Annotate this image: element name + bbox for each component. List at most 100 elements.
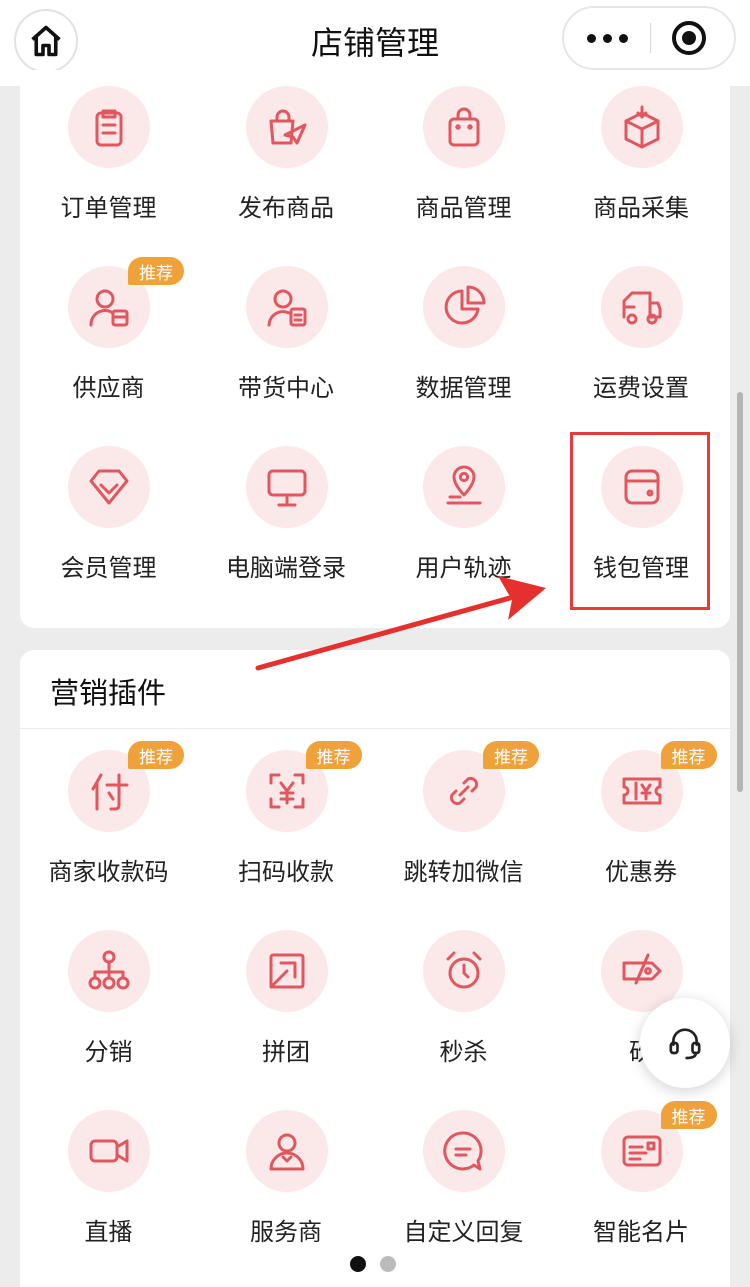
icon-circle [245, 446, 328, 528]
bag-send-icon [269, 109, 306, 145]
grid-item[interactable]: 优惠券 推荐 [553, 741, 730, 930]
grid-item[interactable]: 供应商 推荐 [20, 257, 197, 446]
mini-program-capsule [562, 6, 736, 70]
icon-circle [245, 86, 328, 168]
icon-circle [245, 930, 328, 1012]
grid-item-label: 商家收款码 [48, 858, 169, 886]
grid-item-label: 发布商品 [238, 194, 334, 222]
recommend-badge: 推荐 [305, 741, 362, 769]
grid-item[interactable]: 直播 [20, 1110, 197, 1287]
scan-yen-icon [269, 773, 304, 809]
location-pin-icon [446, 465, 482, 505]
icon-circle [245, 1110, 328, 1192]
grid-item-label: 自定义回复 [403, 1218, 524, 1246]
grid-item[interactable]: 会员管理 [20, 446, 197, 626]
grid-item-label: 会员管理 [60, 554, 157, 582]
alarm-clock-icon [446, 951, 482, 989]
grid-item-label: 订单管理 [60, 194, 157, 222]
grid-item-label: 用户轨迹 [415, 554, 512, 582]
grid-item[interactable]: 服务商 [198, 1110, 375, 1287]
grid-item[interactable]: 数据管理 [375, 266, 552, 446]
scrollbar[interactable] [737, 392, 743, 792]
marketing-plugins-card: 营销插件 商家收款码推荐扫码收款推荐跳转加微信推荐优惠券推荐分销拼团秒杀砍直播服… [20, 650, 730, 1287]
grid-item-label: 拼团 [262, 1038, 310, 1066]
grid-item[interactable]: 自定义回复 [375, 1110, 552, 1287]
hierarchy-icon [88, 950, 130, 990]
box-download-icon [624, 105, 659, 149]
user-doc-icon [267, 289, 306, 327]
icon-circle [423, 446, 505, 528]
grid-item[interactable]: 订单管理 [20, 86, 197, 266]
grid-item[interactable]: 运费设置 [553, 266, 730, 446]
grid-item-label: 电脑端登录 [226, 554, 346, 582]
grid-item-label: 供应商 [72, 374, 145, 402]
grid-item-label: 智能名片 [593, 1218, 689, 1246]
service-person-icon [269, 1133, 304, 1171]
icon-circle [600, 266, 683, 348]
icon-circle [423, 266, 505, 348]
grid-item-label: 分销 [84, 1038, 133, 1066]
truck-icon [622, 291, 661, 325]
clipboard-icon [95, 109, 123, 147]
grid-item[interactable]: 智能名片 推荐 [553, 1101, 730, 1287]
section-title: 营销插件 [50, 676, 167, 710]
grid-item[interactable]: 扫码收款 推荐 [198, 741, 375, 930]
grid-item-label: 商品采集 [593, 194, 689, 222]
customer-service-button[interactable] [640, 998, 730, 1088]
grid-item[interactable]: 跳转加微信 推荐 [375, 741, 552, 930]
grid-item[interactable]: 分销 [20, 930, 197, 1110]
icon-circle [245, 266, 328, 348]
icon-circle [423, 1110, 505, 1192]
recommend-badge: 推荐 [128, 257, 184, 285]
grid-item[interactable]: 商品管理 [375, 86, 552, 266]
recommend-badge: 推荐 [660, 741, 717, 769]
grid-item-label: 数据管理 [415, 374, 512, 402]
page-dot-active[interactable] [350, 1256, 366, 1272]
grid-item-label: 跳转加微信 [403, 858, 524, 886]
recommend-badge: 推荐 [660, 1101, 717, 1129]
pie-chart-icon [444, 285, 486, 325]
grid-item[interactable]: 用户轨迹 [375, 446, 552, 626]
grid-item-label: 带货中心 [238, 374, 334, 402]
grid-item-label: 运费设置 [593, 374, 689, 402]
shopping-bag-icon [448, 107, 480, 147]
grid-item-label: 商品管理 [415, 194, 512, 222]
grid-item[interactable]: 发布商品 [198, 86, 375, 266]
capsule-divider [650, 23, 651, 53]
headset-icon [669, 1028, 701, 1060]
chat-bubble-icon [443, 1131, 483, 1171]
grid-item[interactable]: 秒杀 [375, 930, 552, 1110]
grid-item[interactable]: 商品采集 [553, 86, 730, 266]
icon-circle [68, 446, 150, 528]
coupon-icon [622, 777, 661, 805]
grid-item-label: 优惠券 [605, 858, 677, 886]
more-button[interactable] [564, 8, 650, 68]
grid-item[interactable]: 带货中心 [198, 266, 375, 446]
page-dot[interactable] [380, 1256, 396, 1272]
icon-circle [423, 930, 505, 1012]
pay-char-icon [91, 773, 129, 811]
grid-item[interactable]: 商家收款码 推荐 [20, 741, 197, 930]
grid-item-label: 扫码收款 [238, 858, 334, 886]
page-indicator [350, 1256, 396, 1272]
icon-circle [68, 1110, 150, 1192]
diamond-icon [89, 469, 129, 505]
capsule-close-icon[interactable] [672, 21, 706, 55]
more-dots-icon [586, 33, 596, 43]
user-box-icon [89, 289, 129, 327]
section-divider [20, 728, 730, 729]
grid-item[interactable]: 电脑端登录 [198, 446, 375, 626]
icon-circle [68, 930, 150, 1012]
monitor-icon [267, 469, 306, 507]
tag-cut-icon [622, 953, 661, 985]
grid-item-label: 服务商 [250, 1218, 322, 1246]
grid-item-label: 直播 [84, 1218, 133, 1246]
group-frame-icon [269, 953, 304, 989]
video-camera-icon [89, 1139, 129, 1163]
recommend-badge: 推荐 [483, 741, 539, 769]
grid-item-label: 秒杀 [439, 1038, 488, 1066]
grid-item[interactable]: 拼团 [198, 930, 375, 1110]
business-card-icon [622, 1135, 661, 1167]
recommend-badge: 推荐 [128, 741, 184, 769]
icon-circle [423, 86, 505, 168]
